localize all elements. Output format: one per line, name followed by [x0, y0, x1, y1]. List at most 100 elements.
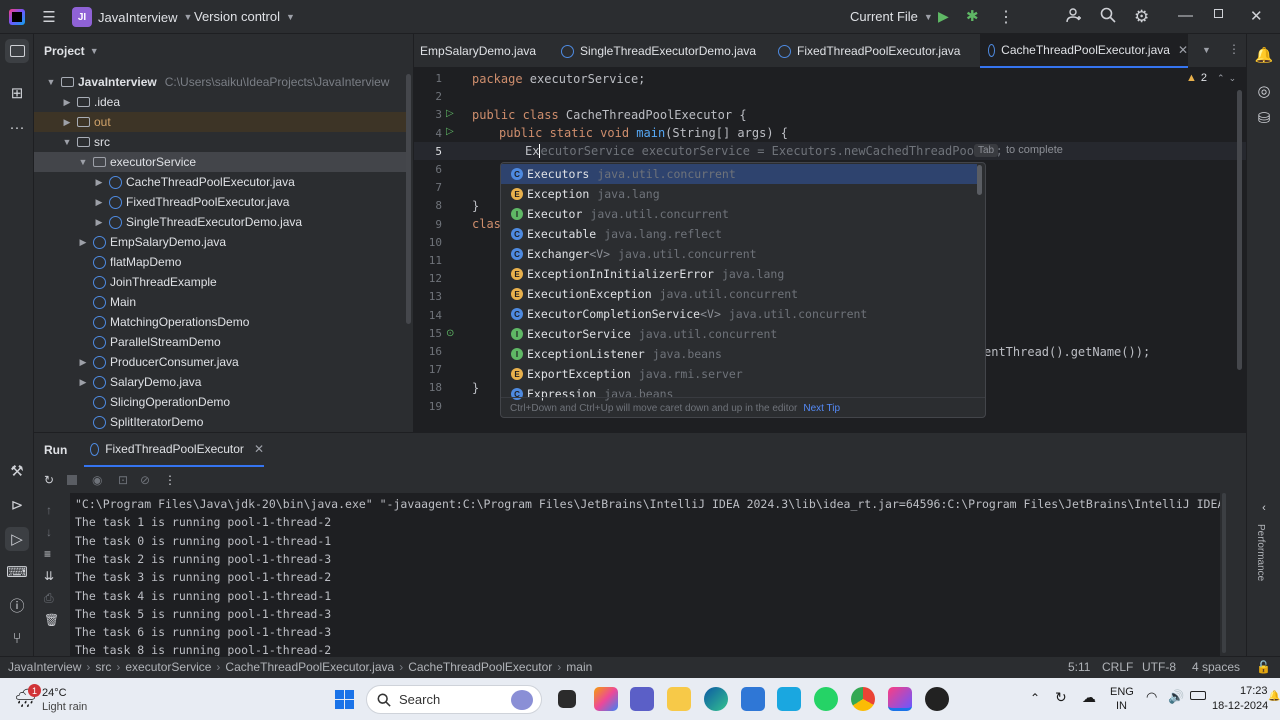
windows-start-icon[interactable] [335, 690, 354, 709]
tab-fixedthreadpoolexecutor[interactable]: FixedThreadPoolExecutor.java [778, 34, 960, 68]
lock-icon[interactable]: 🔓 [1256, 660, 1271, 674]
console-scrollbar[interactable] [1222, 493, 1226, 653]
store-icon[interactable] [741, 687, 765, 711]
speaker-icon[interactable]: 🔊 [1168, 689, 1184, 705]
database-icon[interactable]: ⛁ [1252, 106, 1276, 130]
settings-gear-icon[interactable]: ⚙ [1134, 7, 1149, 27]
close-tab-icon[interactable]: ✕ [254, 442, 264, 456]
tree-item[interactable]: SplitIteratorDemo [34, 412, 406, 432]
copilot-icon[interactable] [594, 687, 618, 711]
restore-icon[interactable] [1214, 9, 1223, 18]
tabs-dropdown-icon[interactable]: ▼ [1202, 45, 1211, 55]
chevron-down-icon[interactable]: ▼ [76, 157, 90, 167]
trash-icon[interactable]: 🗑 [44, 613, 59, 627]
tree-item[interactable]: ▼ src [34, 132, 406, 152]
battery-icon[interactable] [1190, 691, 1206, 700]
tray-chevron-up-icon[interactable]: ⌃ [1030, 691, 1040, 705]
tree-item[interactable]: ▶ EmpSalaryDemo.java [34, 232, 406, 252]
notification-icon[interactable]: 🔔 [1268, 691, 1280, 702]
completion-item[interactable]: I Executor java.util.concurrent [501, 204, 977, 224]
next-tip-link[interactable]: Next Tip [803, 403, 840, 414]
run-gutter-icon[interactable]: ▷ [446, 126, 454, 137]
override-gutter-icon[interactable]: ⊙ [446, 328, 454, 339]
build-hammer-icon[interactable]: ⚒ [5, 459, 29, 483]
completion-item[interactable]: C Exchanger <V> java.util.concurrent [501, 244, 977, 264]
task-view-icon[interactable] [558, 690, 576, 708]
tree-item[interactable]: ▶ SingleThreadExecutorDemo.java [34, 212, 406, 232]
breadcrumb-item[interactable]: src [95, 660, 111, 674]
completion-item[interactable]: E ExportException java.rmi.server [501, 364, 977, 384]
completion-item[interactable]: C Executors java.util.concurrent [501, 164, 977, 184]
scroll-to-end-icon[interactable]: ⇊ [44, 569, 54, 583]
chevron-down-icon[interactable]: ▼ [44, 77, 58, 87]
terminal-icon[interactable]: ⌨ [5, 560, 29, 584]
run-tool-icon[interactable]: ▷ [5, 527, 29, 551]
chevron-down-icon[interactable]: ▼ [60, 137, 74, 147]
completion-item[interactable]: C ExecutorCompletionService <V> java.util.c… [501, 304, 977, 324]
more-options-icon[interactable]: ⋮ [164, 473, 176, 487]
tree-item[interactable]: ParallelStreamDemo [34, 332, 406, 352]
structure-icon[interactable]: ⊞ [5, 81, 29, 105]
print-icon[interactable]: ⎙ [44, 591, 54, 606]
scroll-up-icon[interactable]: ↑ [46, 503, 52, 517]
edge-icon[interactable] [704, 687, 728, 711]
main-menu-icon[interactable]: ☰ [40, 8, 58, 26]
cloud-icon[interactable]: ☁ [1082, 689, 1096, 706]
tree-item[interactable]: Main [34, 292, 406, 312]
more-tabs-icon[interactable]: ⋮ [1228, 42, 1240, 56]
language-en[interactable]: ENG [1110, 686, 1134, 698]
run-tab[interactable]: FixedThreadPoolExecutor ✕ [84, 433, 264, 467]
chevron-right-icon[interactable]: ▶ [76, 357, 90, 368]
tab-empsalarydemo[interactable]: EmpSalaryDemo.java [420, 34, 536, 68]
services-icon[interactable]: ⊳ [5, 493, 29, 517]
project-panel-header[interactable]: Project ▼ [44, 44, 99, 58]
tree-item[interactable]: ▼ executorService [34, 152, 406, 172]
completion-item[interactable]: C Executable java.lang.reflect [501, 224, 977, 244]
vcs-widget[interactable]: Version control ▼ [194, 9, 295, 24]
chevron-right-icon[interactable]: ▶ [92, 217, 106, 228]
chevron-right-icon[interactable]: ▶ [92, 197, 106, 208]
chevron-right-icon[interactable]: ▶ [60, 97, 74, 108]
file-encoding[interactable]: UTF-8 [1142, 660, 1176, 674]
chevron-up-icon[interactable]: ⌃ [1217, 73, 1225, 84]
wifi-icon[interactable]: ◠ [1146, 689, 1157, 705]
run-config-selector[interactable]: Current File ▼ [850, 9, 933, 24]
weather-widget[interactable]: 🌧 1 24°C Light rain [12, 684, 122, 714]
tree-item[interactable]: ▶ out [34, 112, 406, 132]
stop-icon[interactable] [67, 475, 77, 485]
add-user-icon[interactable] [1066, 7, 1082, 23]
project-tool-folder-icon[interactable] [5, 39, 29, 63]
debug-icon[interactable]: ✱ [966, 7, 979, 25]
close-icon[interactable]: ✕ [1250, 7, 1263, 25]
warnings-indicator[interactable]: ▲ 2 ⌃ ⌄ [1186, 72, 1236, 84]
tree-item[interactable]: SlicingOperationDemo [34, 392, 406, 412]
completion-item[interactable]: I ExecutorService java.util.concurrent [501, 324, 977, 344]
tree-item[interactable]: MatchingOperationsDemo [34, 312, 406, 332]
intellij-taskbar-icon[interactable] [888, 687, 912, 711]
sync-icon[interactable]: ↻ [1055, 689, 1067, 706]
taskbar-search-box[interactable]: Search [366, 685, 542, 714]
pin-icon[interactable]: ⊘ [140, 473, 150, 487]
tree-item[interactable]: ▶ .idea [34, 92, 406, 112]
obs-icon[interactable] [925, 687, 949, 711]
completion-item[interactable]: E ExceptionInInitializerError java.lang [501, 264, 977, 284]
chevron-right-icon[interactable]: ▶ [76, 377, 90, 388]
notifications-bell-icon[interactable]: 🔔 [1252, 43, 1276, 67]
intellij-logo-icon[interactable] [9, 9, 25, 25]
completion-item[interactable]: E ExecutionException java.util.concurrent [501, 284, 977, 304]
soft-wrap-icon[interactable]: ≡ [44, 547, 51, 561]
file-explorer-icon[interactable] [667, 687, 691, 711]
more-actions-icon[interactable]: ⋮ [998, 7, 1014, 27]
performance-tab[interactable]: Performance [1255, 524, 1266, 581]
completion-item[interactable]: I ExceptionListener java.beans [501, 344, 977, 364]
chevron-right-icon[interactable]: ▶ [60, 117, 74, 128]
chevron-right-icon[interactable]: ▶ [92, 177, 106, 188]
chevron-right-icon[interactable]: ▶ [76, 237, 90, 248]
app-icon[interactable] [777, 687, 801, 711]
scroll-down-icon[interactable]: ↓ [46, 525, 52, 539]
tree-item[interactable]: ▶ FixedThreadPoolExecutor.java [34, 192, 406, 212]
rerun-icon[interactable]: ↻ [44, 473, 54, 487]
chrome-icon[interactable] [851, 687, 875, 711]
restore-layout-icon[interactable]: ⊡ [118, 473, 128, 487]
clock-time[interactable]: 17:23 [1240, 685, 1268, 697]
